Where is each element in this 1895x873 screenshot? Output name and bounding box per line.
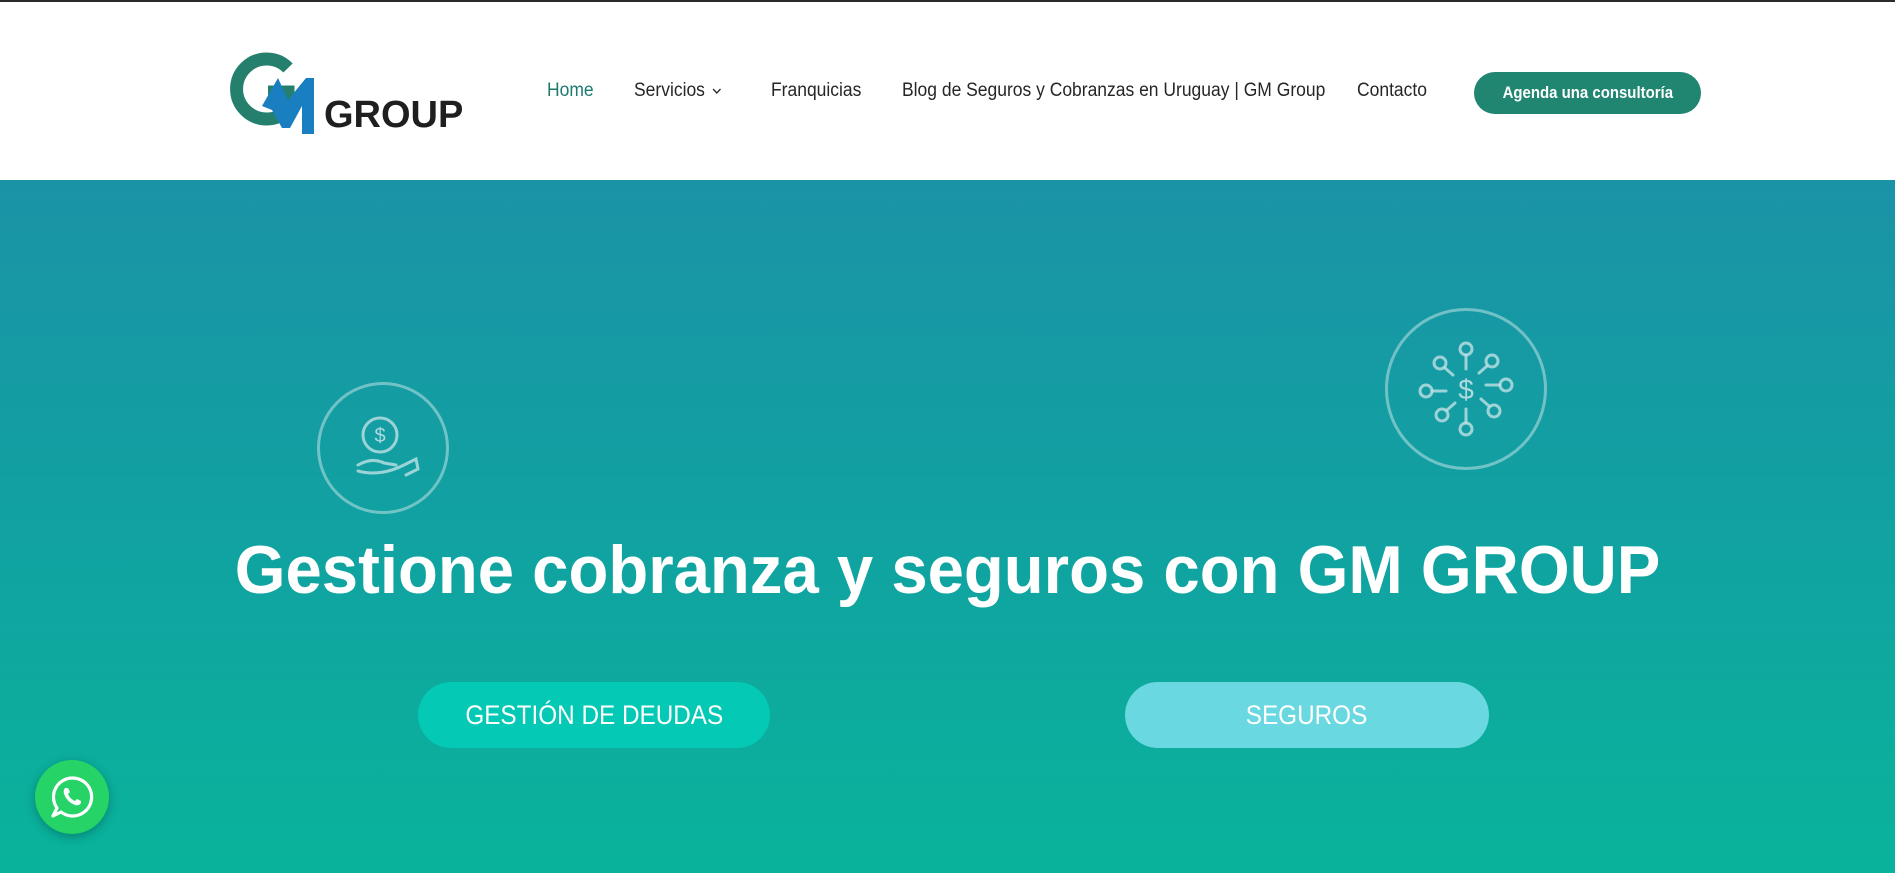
nav-franquicias[interactable]: Franquicias — [771, 80, 861, 102]
svg-text:$: $ — [1458, 374, 1474, 405]
cta-label: Agenda una consultoría — [1502, 83, 1673, 102]
agenda-consultoria-button[interactable]: Agenda una consultoría — [1474, 72, 1701, 114]
nav-blog[interactable]: Blog de Seguros y Cobranzas en Uruguay |… — [902, 80, 1325, 102]
hero-headline-text: Gestione cobranza y seguros con GM GROUP — [234, 531, 1661, 608]
nav-servicios-label: Servicios — [634, 80, 705, 101]
svg-text:$: $ — [374, 425, 385, 447]
whatsapp-icon — [51, 776, 94, 818]
hand-coin-icon: $ — [317, 382, 449, 514]
money-network-icon: $ — [1385, 308, 1547, 470]
gestion-deudas-label: GESTIÓN DE DEUDAS — [465, 699, 723, 730]
site-header: GROUP Home Servicios Franquicias Blog de… — [0, 2, 1895, 180]
chevron-down-icon — [712, 88, 722, 94]
nav-home[interactable]: Home — [547, 80, 594, 102]
nav-contacto[interactable]: Contacto — [1357, 80, 1427, 102]
seguros-button[interactable]: SEGUROS — [1125, 682, 1489, 748]
nav-servicios[interactable]: Servicios — [634, 80, 722, 102]
seguros-label: SEGUROS — [1246, 699, 1368, 730]
whatsapp-button[interactable] — [35, 760, 109, 834]
hero-section: $ $ Gestione cobranza y seguros con GM G… — [0, 180, 1895, 873]
gestion-deudas-button[interactable]: GESTIÓN DE DEUDAS — [418, 682, 770, 748]
hero-headline: Gestione cobranza y seguros con GM GROUP — [0, 536, 1895, 604]
